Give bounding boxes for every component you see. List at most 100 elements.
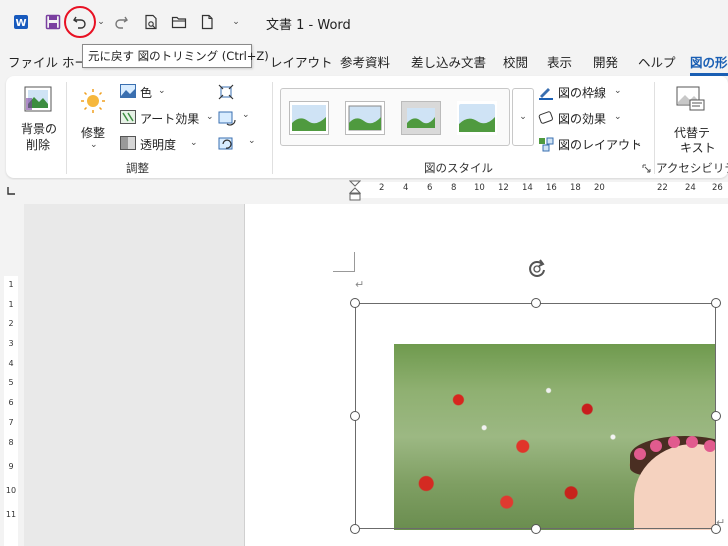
picture-style-icon bbox=[459, 104, 495, 132]
folder-icon bbox=[171, 16, 187, 29]
resize-handle-bottom-left[interactable] bbox=[350, 524, 360, 534]
resize-handle-bottom[interactable] bbox=[531, 524, 541, 534]
separator bbox=[654, 82, 655, 174]
change-picture-icon bbox=[218, 111, 236, 126]
color-label: 色 bbox=[140, 86, 153, 100]
chevron-down-icon: ⌄ bbox=[190, 138, 198, 148]
dialog-launcher-button[interactable] bbox=[642, 162, 652, 173]
chevron-down-icon: ⌄ bbox=[158, 86, 166, 96]
reset-picture-button[interactable]: ⌄ bbox=[218, 136, 262, 154]
chevron-down-icon: ⌄ bbox=[90, 140, 98, 150]
margin-corner-mark bbox=[333, 252, 355, 272]
chevron-down-icon: ⌄ bbox=[519, 112, 527, 122]
picture-color-icon bbox=[120, 84, 136, 98]
redo-icon bbox=[115, 16, 128, 29]
alt-text-icon bbox=[676, 86, 705, 111]
pen-icon bbox=[539, 88, 553, 100]
undo-dropdown[interactable]: ⌄ bbox=[97, 10, 105, 34]
picture-effects-icon bbox=[538, 111, 553, 124]
chevron-down-icon: ⌄ bbox=[242, 110, 250, 120]
picture-effects-button[interactable]: 図の効果 ⌄ bbox=[538, 108, 648, 128]
tab-picture-format[interactable]: 図の形 bbox=[690, 52, 728, 71]
picture-selection-frame bbox=[350, 298, 721, 534]
compress-pictures-button[interactable] bbox=[218, 84, 238, 102]
picture-style-2[interactable] bbox=[345, 101, 385, 135]
alt-text-button[interactable]: 代替テ キスト bbox=[666, 82, 716, 155]
tab-stop-icon bbox=[7, 187, 15, 195]
indent-marker-icon[interactable] bbox=[349, 180, 361, 204]
separator bbox=[66, 82, 67, 174]
ruler-tick: 6 bbox=[427, 183, 433, 193]
picture-styles-more-button[interactable]: ⌄ bbox=[512, 88, 534, 146]
resize-handle-top-left[interactable] bbox=[350, 298, 360, 308]
change-picture-button[interactable]: ⌄ bbox=[218, 110, 254, 128]
new-document-icon bbox=[201, 14, 213, 30]
color-button[interactable]: 色 ⌄ bbox=[118, 82, 210, 102]
picture-style-3[interactable] bbox=[401, 101, 441, 135]
customize-qat-button[interactable]: ⌄ bbox=[228, 10, 244, 34]
picture-layout-button[interactable]: 図のレイアウト ⌄ bbox=[538, 134, 648, 154]
picture-style-icon bbox=[407, 108, 435, 128]
picture-style-icon bbox=[292, 105, 326, 131]
ruler-tick: 5 bbox=[8, 378, 14, 387]
chevron-down-icon: ⌄ bbox=[206, 112, 214, 122]
ruler-tick: 6 bbox=[8, 398, 14, 407]
remove-background-button[interactable]: 背景の 削除 bbox=[16, 82, 60, 154]
tab-mailings[interactable]: 差し込み文書 bbox=[411, 52, 486, 71]
dialog-launcher-icon bbox=[642, 164, 651, 173]
undo-button[interactable] bbox=[64, 6, 96, 38]
ruler-tick: 3 bbox=[8, 339, 14, 348]
svg-text:W: W bbox=[15, 18, 26, 29]
ruler-tick: 24 bbox=[685, 183, 696, 193]
picture-styles-group-label: 図のスタイル bbox=[424, 161, 493, 175]
ruler-tick: 4 bbox=[8, 359, 14, 368]
ruler-tick: 2 bbox=[379, 183, 385, 193]
horizontal-ruler[interactable]: 2 4 6 8 10 12 14 16 18 20 22 24 26 bbox=[24, 180, 728, 204]
window-title: 文書 1 - Word bbox=[266, 18, 351, 33]
ruler-tick: 10 bbox=[474, 183, 485, 193]
ruler-tick: 26 bbox=[712, 183, 723, 193]
ruler-tick: 11 bbox=[5, 510, 17, 519]
remove-background-label: 背景の bbox=[21, 122, 58, 136]
transparency-label: 透明度 bbox=[140, 138, 177, 152]
tab-help[interactable]: ヘルプ bbox=[638, 52, 676, 71]
corrections-button[interactable]: 修整 ⌄ bbox=[74, 82, 112, 154]
title-bar: W ⌄ ⌄ 文書 1 - Word bbox=[0, 0, 728, 44]
rotate-handle-icon[interactable] bbox=[526, 258, 548, 280]
picture-style-1[interactable] bbox=[289, 101, 329, 135]
artistic-effects-icon bbox=[120, 110, 136, 124]
artistic-effects-button[interactable]: アート効果 ⌄ bbox=[118, 108, 218, 128]
artistic-effects-label: アート効果 bbox=[140, 112, 200, 126]
redo-button[interactable] bbox=[110, 10, 132, 34]
chevron-down-icon: ⌄ bbox=[232, 17, 240, 27]
tab-review[interactable]: 校閲 bbox=[503, 52, 528, 71]
reset-picture-icon bbox=[218, 137, 233, 150]
adjust-group-label: 調整 bbox=[126, 161, 149, 175]
ruler-tick: 22 bbox=[657, 183, 668, 193]
ruler-tab-selector[interactable] bbox=[0, 180, 24, 204]
tab-layout[interactable]: レイアウト bbox=[270, 52, 333, 71]
tab-developer[interactable]: 開発 bbox=[593, 52, 618, 71]
undo-tooltip: 元に戻す 図のトリミング (Ctrl+Z) bbox=[82, 44, 269, 68]
new-document-button[interactable] bbox=[196, 10, 218, 34]
tab-view[interactable]: 表示 bbox=[547, 52, 572, 71]
tab-references[interactable]: 参考資料 bbox=[340, 52, 390, 71]
vertical-ruler[interactable]: 1 1 2 3 4 5 6 7 8 9 10 11 bbox=[0, 204, 24, 546]
print-preview-button[interactable] bbox=[140, 10, 162, 34]
picture-border-button[interactable]: 図の枠線 ⌄ bbox=[538, 82, 648, 102]
transparency-icon bbox=[120, 136, 136, 150]
transparency-button[interactable]: 透明度 ⌄ bbox=[118, 134, 212, 154]
accessibility-group-label: アクセシビリティ bbox=[656, 161, 728, 175]
chevron-down-icon: ⌄ bbox=[634, 138, 642, 148]
resize-handle-top-right[interactable] bbox=[711, 298, 721, 308]
resize-handle-right[interactable] bbox=[711, 411, 721, 421]
chevron-down-icon: ⌄ bbox=[614, 112, 622, 122]
save-button[interactable] bbox=[42, 10, 64, 34]
open-button[interactable] bbox=[168, 10, 190, 34]
tab-file[interactable]: ファイル bbox=[8, 52, 58, 71]
picture-style-4[interactable] bbox=[457, 101, 497, 135]
resize-handle-top[interactable] bbox=[531, 298, 541, 308]
ruler-tick: 4 bbox=[403, 183, 409, 193]
paragraph-mark-icon: ↵ bbox=[355, 278, 365, 291]
resize-handle-left[interactable] bbox=[350, 411, 360, 421]
